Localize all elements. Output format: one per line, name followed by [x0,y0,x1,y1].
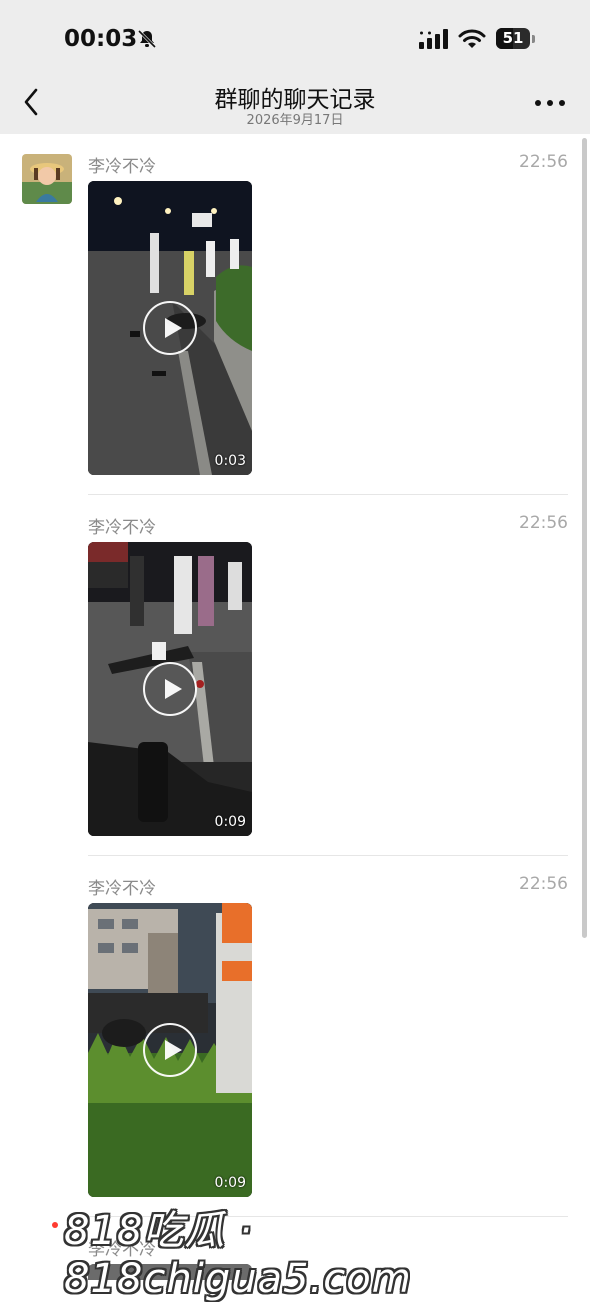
play-icon[interactable] [143,662,197,716]
watermark-text: 818吃瓜 · 818chigua5.com [64,1208,412,1302]
watermark-dot [52,1222,58,1228]
status-bar: 00:03 51 [0,0,590,72]
message-divider [88,494,568,495]
sender-name: 李冷不冷 [88,157,156,177]
watermark: 818吃瓜 · 818chigua5.com [52,1198,590,1302]
sender-name: 李冷不冷 [88,518,156,538]
avatar[interactable] [22,154,72,204]
video-duration: 0:03 [214,453,246,469]
video-message[interactable]: 0:09 [88,542,252,836]
status-time: 00:03 [64,26,138,52]
message-divider [88,855,568,856]
battery-level: 51 [502,29,524,47]
page-date: 2026年9月17日 [246,113,344,128]
bell-muted-icon [137,29,157,49]
scrollbar[interactable] [582,138,587,938]
video-message[interactable]: 0:09 [88,903,252,1197]
nav-bar: 群聊的聊天记录 2026年9月17日 [0,72,590,134]
wifi-icon [458,29,486,48]
chat-record-list[interactable]: 李冷不冷 22:56 0:03 李冷不冷 22:56 0:09 李冷不冷 22:… [0,134,590,1280]
sender-name: 李冷不冷 [88,879,156,899]
message-time: 22:56 [519,874,568,894]
video-message[interactable]: 0:03 [88,181,252,475]
message-time: 22:56 [519,513,568,533]
cellular-signal-icon [419,29,448,49]
battery-icon: 51 [496,28,536,50]
video-duration: 0:09 [214,1175,246,1191]
play-icon[interactable] [143,301,197,355]
play-icon[interactable] [143,1023,197,1077]
message-time: 22:56 [519,152,568,172]
more-icon[interactable] [534,98,566,108]
video-duration: 0:09 [214,814,246,830]
